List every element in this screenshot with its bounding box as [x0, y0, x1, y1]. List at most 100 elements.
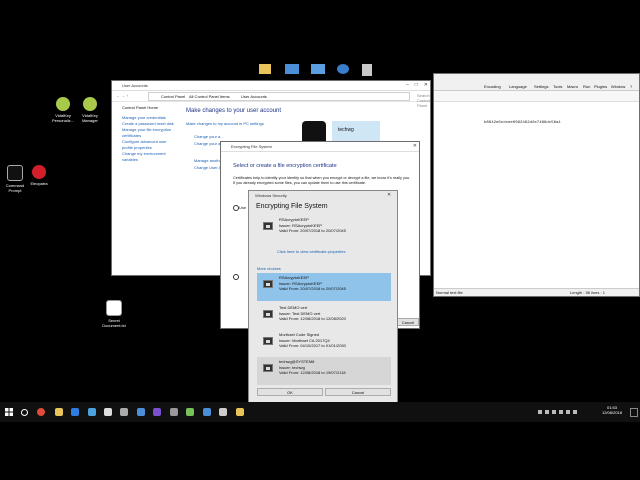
cert-valid: Valid From: 20/07/2018 to 20/07/2045	[279, 286, 346, 291]
change-link[interactable]: Change your a...	[194, 134, 224, 139]
security-heading: Encrypting File System	[256, 203, 328, 210]
menu-item[interactable]: Window	[611, 84, 625, 89]
system-tray-icons[interactable]	[538, 409, 578, 415]
create-radio[interactable]	[233, 274, 239, 280]
more-choices-label: More choices	[257, 266, 281, 271]
minimize-icon[interactable]: –	[406, 82, 409, 88]
cert-valid: Valid From: 12/08/2018 to 19/07/2118	[279, 370, 346, 375]
ok-button[interactable]: OK	[257, 388, 323, 396]
menu-item[interactable]: Tools	[553, 84, 562, 89]
window-title: Encrypting File System	[231, 144, 272, 149]
certificate-icon	[263, 310, 273, 318]
sidebar-item-encryption[interactable]: Manage your file encryption certificates	[122, 127, 177, 139]
chrome-icon[interactable]	[37, 408, 45, 416]
view-properties-link[interactable]: Click here to view certificate propertie…	[277, 249, 345, 254]
use-label: Use	[239, 205, 247, 210]
cert-valid: Valid From: 12/08/2018 to 12/08/2020	[279, 316, 346, 321]
app-icon[interactable]	[219, 408, 227, 416]
cert-valid: Valid From: 20/07/2018 to 20/07/2045	[279, 228, 346, 233]
efs-heading: Select or create a file encryption certi…	[233, 163, 337, 169]
start-icon[interactable]	[5, 408, 13, 416]
menu-item[interactable]: Macro	[567, 84, 578, 89]
window-controls[interactable]: – □ ✕	[400, 82, 428, 88]
app-icon[interactable]	[120, 408, 128, 416]
app-icon[interactable]	[153, 408, 161, 416]
notification-icon[interactable]	[630, 408, 638, 417]
breadcrumb-item[interactable]: All Control Panel Items	[189, 94, 230, 99]
security-dialog[interactable]: Windows Security ✕ Encrypting File Syste…	[248, 190, 398, 407]
notepad-menubar: Encoding Language Settings Tools Macro R…	[434, 74, 639, 91]
menu-item[interactable]: Language	[509, 84, 527, 89]
efs-description: Certificates help to identify your ident…	[233, 176, 411, 185]
user-tile: techwg	[332, 121, 380, 143]
sidebar-item-profile[interactable]: Configure advanced user profile properti…	[122, 139, 177, 151]
breadcrumb-item[interactable]: Control Panel	[161, 94, 185, 99]
window-title: User Accounts	[122, 83, 148, 88]
vidalkey-personalize-icon[interactable]: VidalKey Personaliz...	[48, 97, 78, 123]
secret-document-icon[interactable]: Secret Document.txt	[99, 300, 129, 328]
app-icon[interactable]	[88, 408, 96, 416]
certificate-option[interactable]: Morthaet Code Signed Issuer: Morthaet CA…	[257, 330, 391, 358]
certificate-option[interactable]: RSAcryptoKEEP Issuer: RSAcryptoKEEP Vali…	[257, 273, 391, 301]
menu-item[interactable]: ?	[630, 84, 632, 89]
close-icon[interactable]: ✕	[387, 192, 391, 198]
breadcrumb-item[interactable]: User Accounts	[241, 94, 267, 99]
sidebar-item-env[interactable]: Change my environment variables	[122, 151, 177, 163]
notepad-window[interactable]: Encoding Language Settings Tools Macro R…	[433, 73, 640, 297]
close-icon[interactable]: ✕	[424, 82, 428, 88]
certificate-option[interactable]: Test DEMO cert Issuer: Test DEMO cert Va…	[257, 303, 391, 331]
cancel-button[interactable]: Cancel	[397, 318, 419, 326]
status-right: Length : 56 lines : 1	[570, 290, 605, 295]
folder-icon[interactable]	[259, 64, 271, 74]
monitor-icon[interactable]	[311, 64, 325, 74]
search-icon[interactable]	[21, 409, 28, 416]
vidalkey-manager-icon[interactable]: VidalKey Manager	[75, 97, 105, 123]
explorer-icon[interactable]	[55, 408, 63, 416]
desktop-icon-label: Eleopatra	[30, 181, 48, 186]
clock-date: 12/08/2018	[601, 410, 623, 415]
address-bar: ← → ↑ Control Panel All Control Panel It…	[112, 91, 430, 108]
selected-certificate[interactable]: RSAcryptoKEEP Issuer: RSAcryptoKEEP Vali…	[257, 215, 391, 249]
store-icon[interactable]	[71, 408, 79, 416]
certificate-icon	[263, 337, 273, 345]
notepad-statusbar: Normal text file Length : 56 lines : 1	[434, 288, 639, 296]
network-icon[interactable]	[285, 64, 299, 74]
page-title: Make changes to your user account	[186, 108, 282, 114]
notepad-text[interactable]: b8642e0cdcee0092482d2e7468dc56a1	[484, 121, 561, 125]
breadcrumb[interactable]: Control Panel All Control Panel Items Us…	[148, 92, 410, 101]
app-icon[interactable]	[203, 408, 211, 416]
security-title: Windows Security	[255, 193, 287, 198]
notepad-toolbar	[434, 91, 639, 102]
app-icon[interactable]	[104, 408, 112, 416]
app-icon[interactable]	[137, 408, 145, 416]
eleopatra-icon[interactable]: Eleopatra	[24, 165, 54, 186]
maximize-icon[interactable]: □	[415, 82, 418, 88]
app-icon[interactable]	[170, 408, 178, 416]
search-input[interactable]: Search Control Panel	[417, 93, 430, 108]
desktop-icon-label: VidalKey Personaliz...	[51, 113, 74, 123]
menu-item[interactable]: Encoding	[484, 84, 501, 89]
cert-valid: Valid From: 04/10/2017 to 01/01/2030	[279, 343, 346, 348]
clock[interactable]: 01:53 12/08/2018	[600, 405, 624, 415]
title-bar: Encrypting File System ✕	[221, 142, 419, 152]
app-icon[interactable]	[236, 408, 244, 416]
certificate-icon	[263, 222, 273, 230]
nav-arrows-icon[interactable]: ← → ↑	[116, 93, 128, 98]
desktop-icon-label: Secret Document.txt	[102, 318, 126, 328]
desktop-icon-label: Command Prompt	[5, 183, 25, 193]
menu-item[interactable]: Plugins	[594, 84, 607, 89]
close-icon[interactable]: ✕	[407, 143, 417, 149]
menu-item[interactable]: Settings	[534, 84, 548, 89]
cancel-button[interactable]: Cancel	[325, 388, 391, 396]
menu-item[interactable]: Run	[583, 84, 590, 89]
globe-icon[interactable]	[337, 64, 349, 74]
notepad-taskbar-icon[interactable]	[186, 408, 194, 416]
pc-settings-link[interactable]: Make changes to my account in PC setting…	[186, 121, 264, 126]
username: techwg	[338, 127, 354, 133]
certificate-icon	[263, 364, 273, 372]
recycle-bin-icon[interactable]	[362, 64, 372, 76]
certificate-option[interactable]: techwg@SYSTEM8 Issuer: techwg Valid From…	[257, 357, 391, 385]
certificate-icon	[263, 280, 273, 288]
desktop-icon-label: VidalKey Manager	[82, 113, 98, 123]
status-left: Normal text file	[436, 290, 463, 295]
